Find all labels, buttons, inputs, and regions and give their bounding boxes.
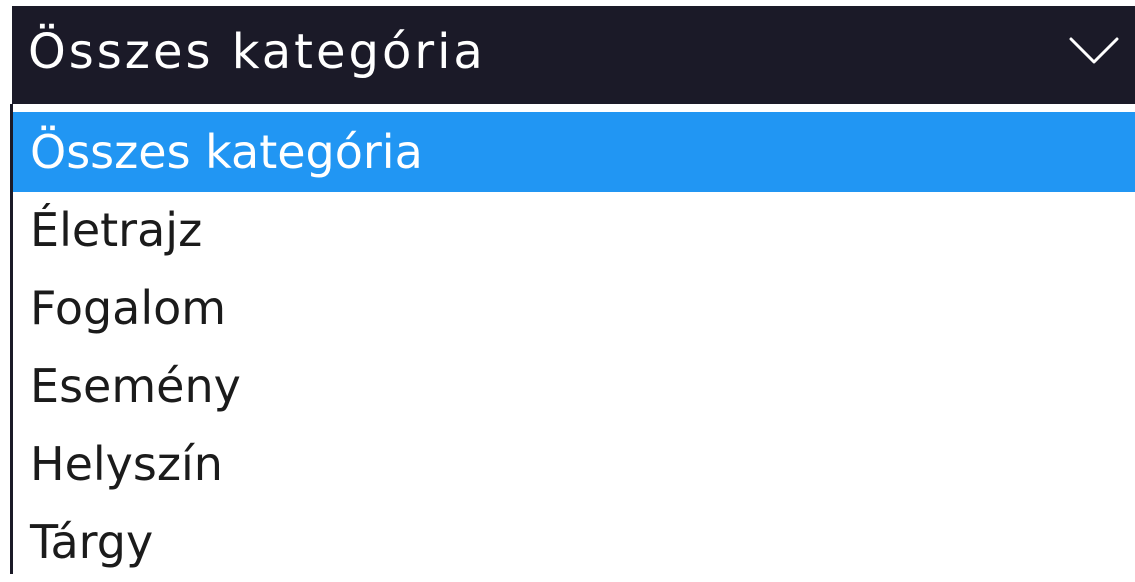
category-options-list: Összes kategória Életrajz Fogalom Esemén…	[10, 104, 1135, 574]
option-label: Összes kategória	[30, 125, 423, 179]
category-select[interactable]: Összes kategória Összes kategória Életra…	[0, 0, 1135, 574]
option-helyszin[interactable]: Helyszín	[13, 424, 1135, 504]
option-targy[interactable]: Tárgy	[13, 502, 1135, 582]
option-label: Életrajz	[30, 203, 203, 257]
option-osszes-kategoria[interactable]: Összes kategória	[13, 112, 1135, 192]
option-fogalom[interactable]: Fogalom	[13, 268, 1135, 348]
option-label: Helyszín	[30, 437, 223, 491]
option-label: Esemény	[30, 359, 241, 413]
chevron-down-icon[interactable]	[1069, 36, 1119, 66]
selected-category-value: Összes kategória	[28, 24, 486, 80]
option-esemeny[interactable]: Esemény	[13, 346, 1135, 426]
category-select-box[interactable]: Összes kategória	[12, 6, 1135, 104]
option-label: Fogalom	[30, 281, 227, 335]
option-eletrajz[interactable]: Életrajz	[13, 190, 1135, 270]
option-label: Tárgy	[30, 515, 154, 569]
